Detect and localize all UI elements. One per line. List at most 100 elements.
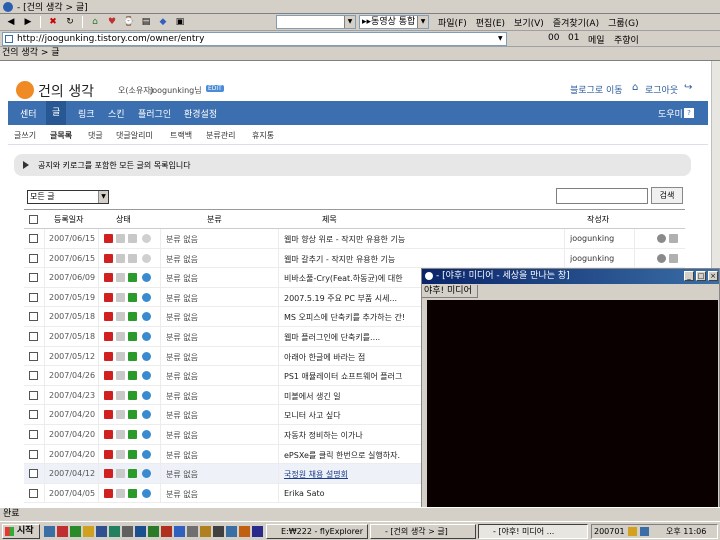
row-checkbox[interactable] (29, 371, 38, 381)
quicklaunch-icon[interactable] (57, 526, 68, 537)
help-icon[interactable]: ? (684, 108, 694, 118)
row-checkbox[interactable] (29, 253, 38, 263)
monitor-icon[interactable]: ▣ (173, 16, 187, 29)
history-icon[interactable]: ⌚ (122, 16, 136, 29)
subnav-category[interactable]: 분류관리 (206, 130, 235, 141)
help-link[interactable]: 도우미 (658, 107, 683, 120)
protect-icon[interactable] (116, 234, 125, 243)
protect-icon[interactable] (116, 390, 125, 400)
protect-icon[interactable] (116, 469, 125, 479)
quicklaunch-icon[interactable] (200, 526, 211, 537)
lock-icon[interactable] (104, 253, 113, 263)
quicklaunch-icon[interactable] (213, 526, 224, 537)
chevron-down-icon[interactable]: ▼ (344, 16, 355, 28)
row-checkbox[interactable] (29, 469, 38, 479)
media-title-bar[interactable]: - [야후! 미디어 - 세상을 만나는 창] _ □ × (422, 269, 719, 284)
print-icon[interactable]: ▤ (139, 16, 153, 29)
link-mail[interactable]: 메일 (588, 33, 605, 46)
menu-favorites[interactable]: 즐겨찾기(A) (553, 16, 599, 29)
lock-icon[interactable] (104, 449, 113, 459)
lock-icon[interactable] (104, 273, 113, 283)
sync-icon[interactable] (142, 488, 151, 498)
link-juhyang[interactable]: 주향이 (614, 33, 639, 46)
quicklaunch-icon[interactable] (148, 526, 159, 537)
refresh-icon[interactable]: ↻ (63, 16, 77, 29)
sync-icon[interactable] (142, 371, 151, 381)
tab-plugins[interactable]: 플러그인 (138, 107, 171, 120)
tray-icon[interactable] (628, 527, 637, 536)
post-title-link[interactable]: 아래아 한글에 바라는 점 (284, 352, 365, 363)
quicklaunch-icon[interactable] (239, 526, 250, 537)
filter-select[interactable]: 모든 글 ▼ (27, 190, 109, 204)
edit-badge[interactable]: EDIT (206, 85, 224, 92)
subnav-write[interactable]: 글쓰기 (14, 130, 36, 141)
video-screen[interactable] (427, 300, 718, 509)
post-title-link[interactable]: 자동차 정비하는 이가나 (284, 430, 363, 441)
task-blog[interactable]: - [건의 생각 > 글] (370, 524, 476, 539)
protect-icon[interactable] (116, 273, 125, 283)
quicklaunch-icon[interactable] (83, 526, 94, 537)
subnav-trash[interactable]: 휴지통 (252, 130, 274, 141)
quicklaunch-icon[interactable] (44, 526, 55, 537)
public-icon[interactable] (128, 390, 137, 400)
chevron-down-icon[interactable]: ▼ (98, 191, 108, 203)
lock-icon[interactable] (104, 430, 113, 439)
protect-icon[interactable] (116, 430, 125, 439)
row-checkbox[interactable] (29, 390, 38, 400)
chevron-down-icon[interactable]: ▼ (417, 16, 428, 28)
search-combo[interactable]: ▼ (276, 15, 356, 29)
task-explorer[interactable]: E:₩222 - flyExplorer (266, 524, 368, 539)
subnav-comment-alert[interactable]: 댓글알리미 (116, 130, 153, 141)
lock-icon[interactable] (104, 292, 113, 302)
protect-icon[interactable] (116, 312, 125, 322)
table-row[interactable]: 2007/06/15 분류 없음 웹마 갈추기 - 작지만 유용한 기능 joogun… (24, 248, 685, 269)
lock-icon[interactable] (104, 469, 113, 479)
home-icon[interactable]: ⌂ (88, 16, 102, 29)
menu-file[interactable]: 파일(F) (438, 16, 467, 29)
menu-edit[interactable]: 편집(E) (476, 16, 505, 29)
sync-icon[interactable] (142, 312, 151, 322)
subnav-list[interactable]: 글목록 (50, 130, 72, 141)
quicklaunch-icon[interactable] (187, 526, 198, 537)
sync-icon[interactable] (142, 253, 151, 263)
post-title-link[interactable]: ePSXe를 클릭 한번으로 실행하자. (284, 450, 400, 461)
menu-group[interactable]: 그룹(G) (608, 16, 639, 29)
sync-icon[interactable] (142, 449, 151, 459)
row-checkbox[interactable] (29, 234, 38, 243)
post-title-link[interactable]: 국정원 채용 설명회 (284, 469, 348, 480)
post-title-link[interactable]: PS1 애뮬레이터 쇼프트웨어 플러그 (284, 371, 402, 382)
post-title-link[interactable]: 웹마 갈추기 - 작지만 유용한 기능 (284, 254, 395, 265)
public-icon[interactable] (128, 410, 137, 420)
media-combo[interactable]: ▸▸동영상 통합 ▼ (359, 15, 429, 29)
lock-icon[interactable] (104, 390, 113, 400)
row-checkbox[interactable] (29, 410, 38, 420)
forward-icon[interactable]: ▶ (21, 16, 35, 29)
favorite-icon[interactable]: ♥ (105, 16, 119, 29)
protect-icon[interactable] (116, 449, 125, 459)
select-all-checkbox[interactable] (29, 215, 38, 224)
lock-icon[interactable] (104, 410, 113, 420)
row-checkbox[interactable] (29, 351, 38, 361)
public-icon[interactable] (128, 332, 137, 341)
row-checkbox[interactable] (29, 488, 38, 498)
sync-icon[interactable] (142, 292, 151, 302)
row-checkbox[interactable] (29, 273, 38, 283)
tab-posts[interactable]: 글 (46, 101, 67, 125)
lock-icon[interactable] (104, 371, 113, 381)
public-icon[interactable] (128, 312, 137, 322)
quicklaunch-icon[interactable] (109, 526, 120, 537)
public-icon[interactable] (128, 488, 137, 498)
tab-settings[interactable]: 환경설정 (184, 107, 217, 120)
row-checkbox[interactable] (29, 292, 38, 302)
tray-icon[interactable] (640, 527, 649, 536)
back-icon[interactable]: ◀ (4, 16, 18, 29)
sync-icon[interactable] (142, 273, 151, 283)
lock-icon[interactable] (104, 234, 113, 243)
row-checkbox[interactable] (29, 312, 38, 322)
search-button[interactable]: 검색 (651, 187, 683, 204)
tab-links[interactable]: 링크 (78, 107, 95, 120)
row-checkbox[interactable] (29, 449, 38, 459)
row-checkbox[interactable] (29, 430, 38, 439)
sync-icon[interactable] (142, 351, 151, 361)
post-title-link[interactable]: 웹마 향상 위로 - 작지만 유용한 기능 (284, 234, 405, 245)
